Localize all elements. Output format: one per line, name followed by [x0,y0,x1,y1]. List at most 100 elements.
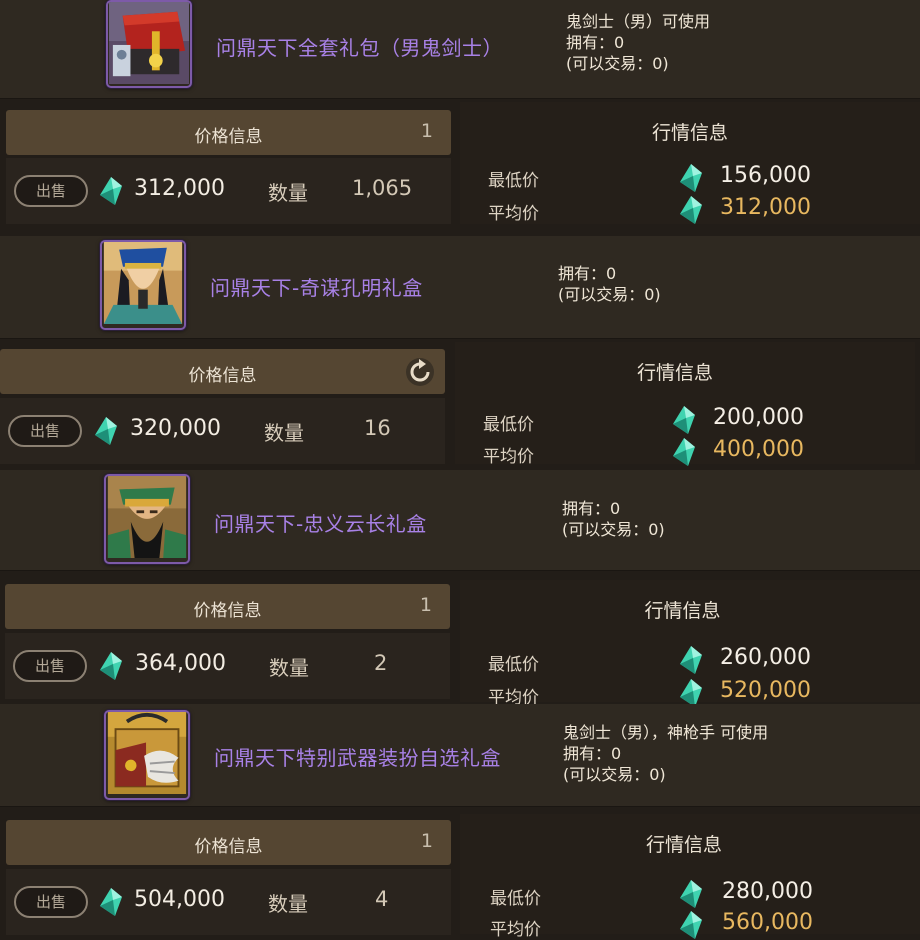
gem-icon [680,911,702,939]
market-info-panel: 行情信息 最低价 156,000 平均价 312,000 [460,102,920,224]
gem-icon [673,406,695,434]
min-price-value: 200,000 [713,405,804,430]
owned-text: 拥有：0 [562,499,621,518]
sell-row: 出售 364,000 数量 2 [5,633,450,699]
sell-price: 320,000 [130,416,221,441]
yunchang-portrait-icon[interactable] [104,474,190,564]
quantity-label: 数量 [268,181,308,205]
quantity-value: 1,065 [352,176,413,200]
avg-price-value: 560,000 [722,910,813,935]
quantity-label: 数量 [264,421,304,445]
price-info-label: 价格信息 [188,366,257,386]
gem-icon [680,679,702,707]
owned-text: 拥有：0 [566,33,625,52]
kongming-portrait-icon-art [103,242,183,324]
sell-button[interactable]: 出售 [14,886,88,918]
item-header: 问鼎天下-奇谋孔明礼盒 拥有：0 (可以交易：0) [0,236,920,339]
quantity-value: 4 [375,887,389,911]
quantity-value: 2 [374,651,388,675]
item-name[interactable]: 问鼎天下-奇谋孔明礼盒 [210,272,423,301]
sell-button[interactable]: 出售 [8,415,82,447]
tradable-text: (可以交易：0) [562,520,665,539]
min-price-label: 最低价 [490,889,541,909]
quantity-label: 数量 [269,656,309,680]
yunchang-portrait-icon-art [107,476,187,558]
market-info-title: 行情信息 [651,122,728,144]
gem-icon [100,652,122,680]
item-header: 问鼎天下全套礼包（男鬼剑士） 鬼剑士（男）可使用 拥有：0 (可以交易：0) [0,0,920,99]
item-info: 鬼剑士（男）可使用 拥有：0 (可以交易：0) [566,11,710,74]
min-price-value: 280,000 [722,879,813,904]
avg-price-label: 平均价 [490,920,541,940]
min-price-label: 最低价 [483,415,534,435]
gem-icon [680,196,702,224]
item-name[interactable]: 问鼎天下-忠义云长礼盒 [214,508,427,537]
market-info-title: 行情信息 [644,600,721,622]
avg-price-label: 平均价 [483,447,534,467]
gem-icon [100,888,122,916]
sell-price: 312,000 [134,176,225,201]
price-info-label: 价格信息 [193,601,262,621]
weapon-box-icon-art [107,712,187,794]
kongming-portrait-icon[interactable] [100,240,186,330]
market-info-title: 行情信息 [645,834,722,856]
min-price-label: 最低价 [488,655,539,675]
refresh-icon[interactable] [405,357,435,387]
gem-icon [680,646,702,674]
gem-icon [673,438,695,466]
usable-by-text: 鬼剑士（男），神枪手 可使用 [563,723,769,742]
sell-row: 出售 312,000 数量 1,065 [6,158,451,224]
price-info-label: 价格信息 [194,127,263,147]
listing-2: 问鼎天下-奇谋孔明礼盒 拥有：0 (可以交易：0) 价格信息 出售 320,00… [0,236,920,472]
price-info-count: 1 [420,120,433,142]
gem-icon [680,164,702,192]
sell-price: 364,000 [135,651,226,676]
gift-box-icon[interactable] [106,0,192,88]
quantity-value: 16 [364,416,391,440]
gem-icon [680,880,702,908]
sell-price: 504,000 [134,887,225,912]
item-info: 拥有：0 (可以交易：0) [558,263,661,305]
sell-row: 出售 320,000 数量 16 [0,398,445,464]
price-info-bar: 价格信息 [0,349,445,394]
gift-box-icon-art [108,2,190,84]
sell-button[interactable]: 出售 [14,175,88,207]
tradable-text: (可以交易：0) [566,54,669,73]
listing-3: 问鼎天下-忠义云长礼盒 拥有：0 (可以交易：0) 价格信息 1 出售 364,… [0,470,920,708]
gem-icon [95,417,117,445]
tradable-text: (可以交易：0) [558,285,661,304]
quantity-label: 数量 [268,892,308,916]
listing-1: 问鼎天下全套礼包（男鬼剑士） 鬼剑士（男）可使用 拥有：0 (可以交易：0) 价… [0,0,920,236]
item-name[interactable]: 问鼎天下全套礼包（男鬼剑士） [216,32,503,61]
avg-price-value: 312,000 [720,195,811,220]
sell-button[interactable]: 出售 [13,650,87,682]
market-info-panel: 行情信息 最低价 280,000 平均价 560,000 [460,814,920,940]
price-info-label: 价格信息 [194,837,263,857]
listing-4: 问鼎天下特别武器装扮自选礼盒 鬼剑士（男），神枪手 可使用 拥有：0 (可以交易… [0,704,920,940]
tradable-text: (可以交易：0) [563,765,666,784]
gem-icon [100,177,122,205]
min-price-label: 最低价 [488,171,539,191]
market-info-title: 行情信息 [636,362,713,384]
price-info-count: 1 [419,594,432,616]
item-header: 问鼎天下-忠义云长礼盒 拥有：0 (可以交易：0) [0,470,920,571]
owned-text: 拥有：0 [563,744,622,763]
min-price-value: 260,000 [720,645,811,670]
price-info-bar: 价格信息 1 [5,584,450,629]
owned-text: 拥有：0 [558,264,617,283]
price-info-bar: 价格信息 1 [6,110,451,155]
price-info-count: 1 [420,830,433,852]
avg-price-value: 400,000 [713,437,804,462]
item-name[interactable]: 问鼎天下特别武器装扮自选礼盒 [214,742,501,771]
price-info-bar: 价格信息 1 [6,820,451,865]
sell-row: 出售 504,000 数量 4 [6,869,451,935]
min-price-value: 156,000 [720,163,811,188]
avg-price-label: 平均价 [488,204,539,224]
usable-by-text: 鬼剑士（男）可使用 [566,12,711,31]
item-info: 鬼剑士（男），神枪手 可使用 拥有：0 (可以交易：0) [563,722,768,785]
market-info-panel: 行情信息 最低价 200,000 平均价 400,000 [455,342,915,467]
weapon-box-icon[interactable] [104,710,190,800]
avg-price-value: 520,000 [720,678,811,703]
item-header: 问鼎天下特别武器装扮自选礼盒 鬼剑士（男），神枪手 可使用 拥有：0 (可以交易… [0,704,920,807]
market-info-panel: 行情信息 最低价 260,000 平均价 520,000 [460,580,920,708]
